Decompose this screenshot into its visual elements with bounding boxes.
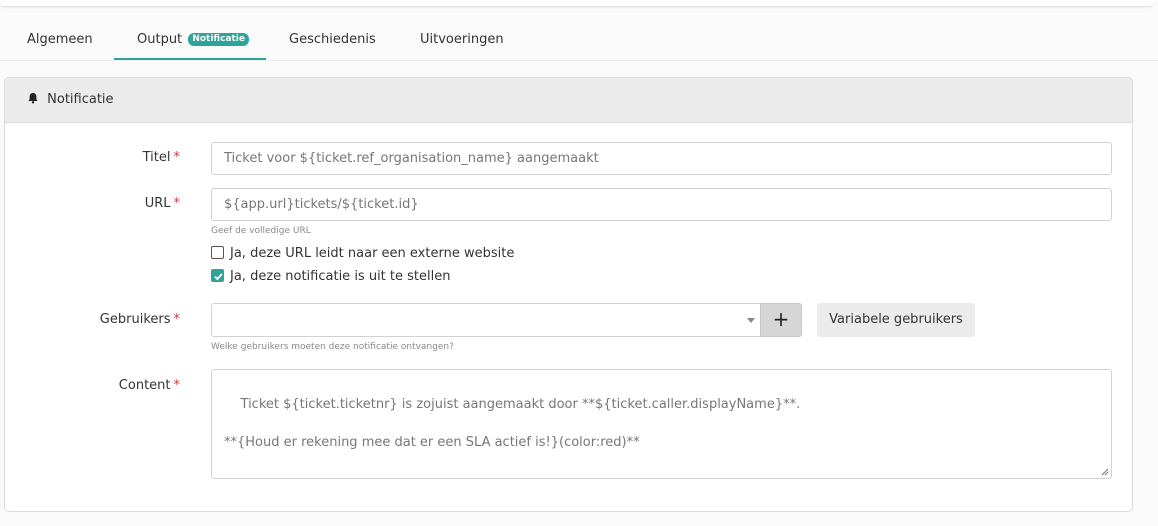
- url-field[interactable]: ${app.url}tickets/${ticket.id}: [211, 188, 1112, 221]
- tab-label: Uitvoeringen: [420, 32, 504, 47]
- titel-label: Titel *: [142, 150, 180, 165]
- tab-geschiedenis[interactable]: Geschiedenis: [289, 26, 376, 60]
- variable-users-button[interactable]: Variabele gebruikers: [817, 303, 975, 337]
- panel-header: Notificatie: [5, 78, 1132, 123]
- content-label: Content *: [118, 378, 180, 393]
- tab-label: Algemeen: [27, 32, 93, 47]
- external-url-checkbox[interactable]: [211, 246, 224, 259]
- tab-algemeen[interactable]: Algemeen: [27, 26, 93, 60]
- notification-panel: Notificatie Titel * Ticket voor ${ticket.…: [4, 77, 1133, 512]
- bell-icon: [27, 79, 39, 104]
- add-user-button[interactable]: +: [760, 303, 802, 337]
- gebruikers-help-text: Welke gebruikers moeten deze notificatie…: [211, 342, 454, 352]
- tab-label: Output: [137, 32, 183, 47]
- tab-bar: Algemeen Output Notificatie Geschiedenis…: [0, 26, 1158, 61]
- check-icon: [214, 273, 223, 281]
- tab-uitvoeringen[interactable]: Uitvoeringen: [420, 26, 504, 60]
- url-label: URL *: [144, 196, 180, 211]
- postpone-checkbox[interactable]: [211, 269, 224, 282]
- content-textarea[interactable]: Ticket ${ticket.ticketnr} is zojuist aan…: [211, 369, 1112, 479]
- panel-title: Notificatie: [47, 92, 114, 107]
- status-badge: Notificatie: [188, 33, 249, 46]
- gebruikers-label: Gebruikers *: [99, 312, 180, 327]
- tab-label: Geschiedenis: [289, 32, 376, 47]
- postpone-checkbox-row[interactable]: Ja, deze notificatie is uit te stellen: [211, 269, 450, 285]
- tab-output[interactable]: Output Notificatie: [114, 26, 266, 60]
- top-card-edge: [0, 0, 1153, 7]
- url-help-text: Geef de volledige URL: [211, 226, 311, 236]
- external-url-checkbox-row[interactable]: Ja, deze URL leidt naar een externe webs…: [211, 246, 514, 262]
- titel-field[interactable]: Ticket voor ${ticket.ref_organisation_na…: [211, 142, 1112, 175]
- chevron-down-icon[interactable]: [747, 318, 755, 323]
- resize-handle-icon[interactable]: [1101, 468, 1109, 476]
- checkbox-label: Ja, deze notificatie is uit te stellen: [230, 269, 451, 284]
- gebruikers-select[interactable]: [211, 303, 762, 337]
- checkbox-label: Ja, deze URL leidt naar een externe webs…: [230, 246, 515, 261]
